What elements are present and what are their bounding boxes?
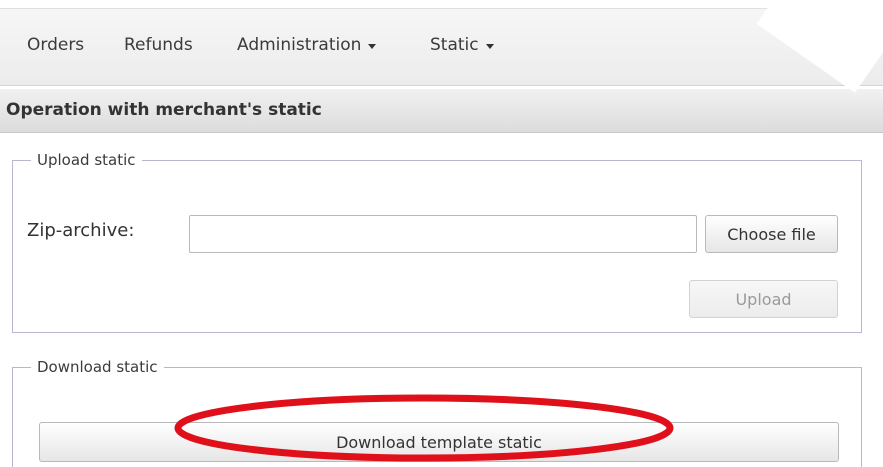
nav-item-label: Orders [27,35,85,55]
upload-button[interactable]: Upload [689,280,838,318]
download-static-legend: Download static [37,358,158,376]
caret-down-icon [368,43,377,49]
zip-archive-file-input[interactable] [189,215,697,253]
nav-item-refunds[interactable]: Refunds [124,35,193,55]
download-template-static-button[interactable]: Download template static [39,422,839,462]
upload-static-legend: Upload static [37,151,136,169]
nav-item-orders[interactable]: Orders [27,35,84,55]
download-static-fieldset: Download static Download template static [12,358,862,467]
nav-item-administration[interactable]: Administration [237,35,377,55]
choose-file-button[interactable]: Choose file [705,215,838,253]
nav-item-static[interactable]: Static [430,35,494,55]
nav-item-label: Refunds [124,35,193,55]
upload-static-fieldset: Upload static Zip-archive: Choose file U… [12,151,862,333]
nav-item-label: Static [430,35,479,55]
caret-down-icon [485,43,494,49]
page-title: Operation with merchant's static [6,100,322,120]
zip-archive-label: Zip-archive: [27,220,135,241]
top-navbar: Orders Refunds Administration Static [0,8,883,86]
merchant-static-page: Orders Refunds Administration Static Ope… [0,0,883,467]
nav-item-label: Administration [237,35,362,55]
section-header: Operation with merchant's static [0,89,883,133]
